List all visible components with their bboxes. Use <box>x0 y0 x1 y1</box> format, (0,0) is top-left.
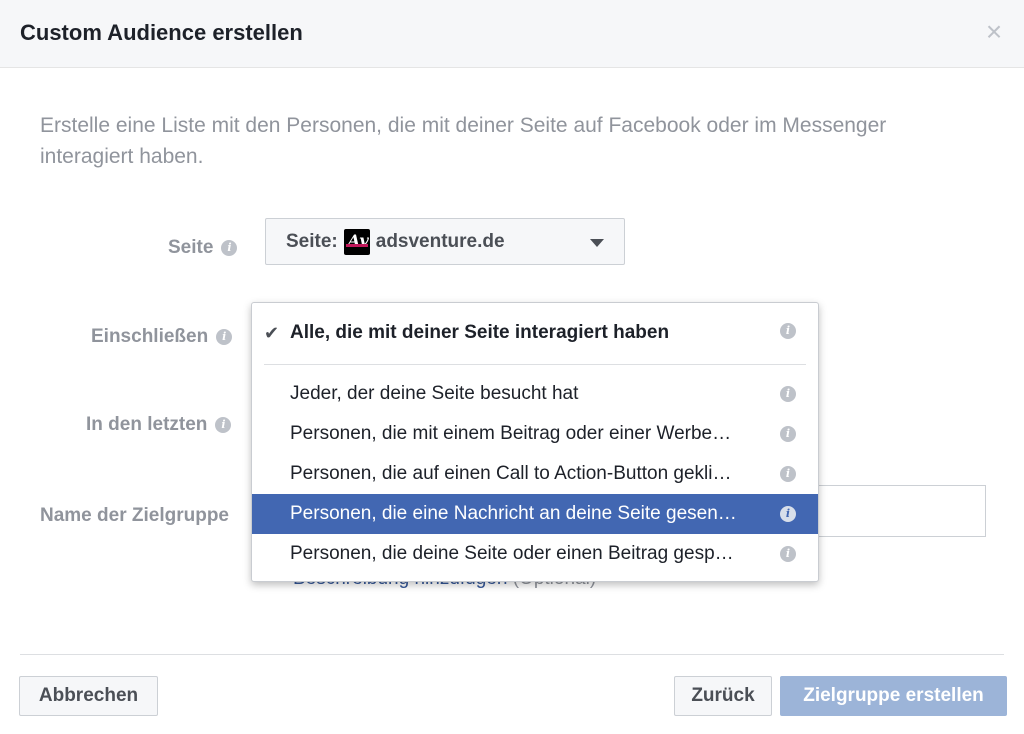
page-logo: Av <box>343 228 370 255</box>
menu-divider <box>264 364 806 365</box>
last-days-label: In den letzten <box>86 414 208 435</box>
menu-item-post-engagement[interactable]: Personen, die mit einem Beitrag oder ein… <box>252 414 818 454</box>
menu-item-label: Personen, die auf einen Call to Action-B… <box>290 463 732 484</box>
page-select-value: adsventure.de <box>375 230 505 252</box>
info-icon[interactable]: i <box>780 426 796 442</box>
menu-item-label: Jeder, der deine Seite besucht hat <box>290 383 579 404</box>
page-select-prefix: Seite: <box>286 230 338 252</box>
menu-item-cta-clicked[interactable]: Personen, die auf einen Call to Action-B… <box>252 454 818 494</box>
info-icon[interactable]: i <box>780 466 796 482</box>
audience-name-label: Name der Zielgruppe <box>40 505 229 526</box>
include-label: Einschließen <box>91 326 209 347</box>
menu-item-label: Personen, die mit einem Beitrag oder ein… <box>290 423 732 444</box>
menu-item-label: Personen, die deine Seite oder einen Bei… <box>290 543 734 564</box>
dialog-title: Custom Audience erstellen <box>20 20 303 45</box>
last-days-label-row: In den letzten i <box>86 414 232 436</box>
page-logo-text: Av <box>347 230 369 250</box>
info-icon[interactable]: i <box>780 386 796 402</box>
footer-divider <box>20 654 1004 655</box>
page-label: Seite <box>168 237 214 258</box>
info-icon[interactable]: i <box>215 417 232 433</box>
include-dropdown-menu: ✔ Alle, die mit deiner Seite interagiert… <box>251 302 819 582</box>
close-icon[interactable]: × <box>982 18 1006 46</box>
info-icon[interactable]: i <box>780 546 796 562</box>
menu-item-all-interactions[interactable]: ✔ Alle, die mit deiner Seite interagiert… <box>252 311 818 355</box>
info-icon[interactable]: i <box>221 240 238 256</box>
menu-item-label: Alle, die mit deiner Seite interagiert h… <box>290 322 670 343</box>
dialog-intro: Erstelle eine Liste mit den Personen, di… <box>40 114 887 168</box>
info-icon[interactable]: i <box>780 506 796 522</box>
info-icon[interactable]: i <box>216 329 233 345</box>
menu-item-page-visitors[interactable]: Jeder, der deine Seite besucht hat i <box>252 374 818 414</box>
info-icon[interactable]: i <box>780 323 796 339</box>
menu-item-sent-message[interactable]: Personen, die eine Nachricht an deine Se… <box>252 494 818 534</box>
page-label-row: Seite i <box>168 237 238 259</box>
menu-item-saved-page[interactable]: Personen, die deine Seite oder einen Bei… <box>252 534 818 574</box>
create-audience-button[interactable]: Zielgruppe erstellen <box>780 676 1007 716</box>
audience-name-label-row: Name der Zielgruppe <box>40 505 229 527</box>
dialog-header: Custom Audience erstellen × <box>0 0 1024 68</box>
menu-item-label: Personen, die eine Nachricht an deine Se… <box>290 503 737 524</box>
cancel-button[interactable]: Abbrechen <box>19 676 158 716</box>
page-select[interactable]: Seite: Av adsventure.de <box>265 218 625 265</box>
caret-down-icon <box>590 239 604 247</box>
check-icon: ✔ <box>264 323 280 343</box>
include-label-row: Einschließen i <box>91 326 233 348</box>
back-button[interactable]: Zurück <box>674 676 772 716</box>
